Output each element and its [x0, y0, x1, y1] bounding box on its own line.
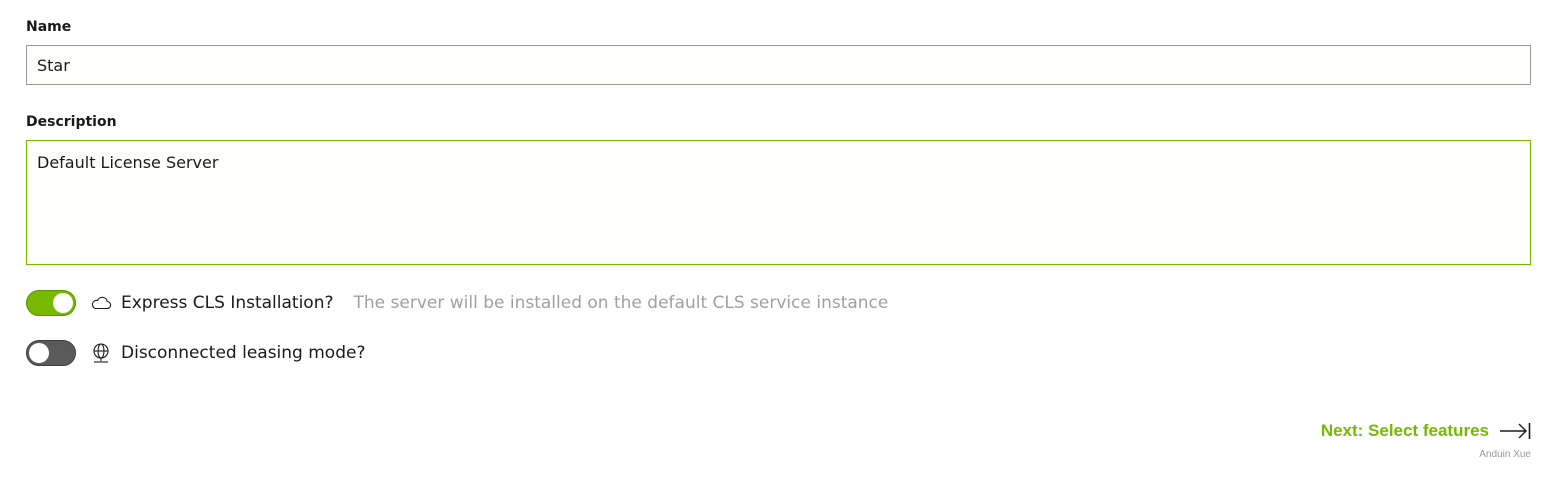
- cloud-icon: [90, 292, 112, 314]
- express-installation-hint: The server will be installed on the defa…: [353, 293, 889, 313]
- express-installation-toggle[interactable]: [26, 290, 76, 316]
- arrow-right-to-bar-icon: [1499, 420, 1531, 442]
- next-select-features-button[interactable]: Next: Select features: [1321, 420, 1531, 442]
- description-textarea[interactable]: Default License Server: [26, 140, 1531, 265]
- toggle-knob: [29, 343, 49, 363]
- disconnected-leasing-label: Disconnected leasing mode?: [121, 343, 366, 363]
- toggle-knob: [53, 293, 73, 313]
- disconnected-leasing-toggle[interactable]: [26, 340, 76, 366]
- description-label: Description: [26, 114, 117, 130]
- express-installation-row: Express CLS Installation? The server wil…: [26, 290, 888, 316]
- license-server-form: Name Description Default License Server …: [26, 0, 1531, 477]
- name-input[interactable]: [26, 45, 1531, 85]
- author-credit: Anduin Xue: [1479, 449, 1531, 460]
- disconnected-leasing-row: Disconnected leasing mode?: [26, 340, 365, 366]
- globe-icon: [90, 342, 112, 364]
- next-button-label: Next: Select features: [1320, 421, 1489, 440]
- express-installation-label: Express CLS Installation?: [121, 293, 334, 313]
- name-label: Name: [26, 19, 72, 35]
